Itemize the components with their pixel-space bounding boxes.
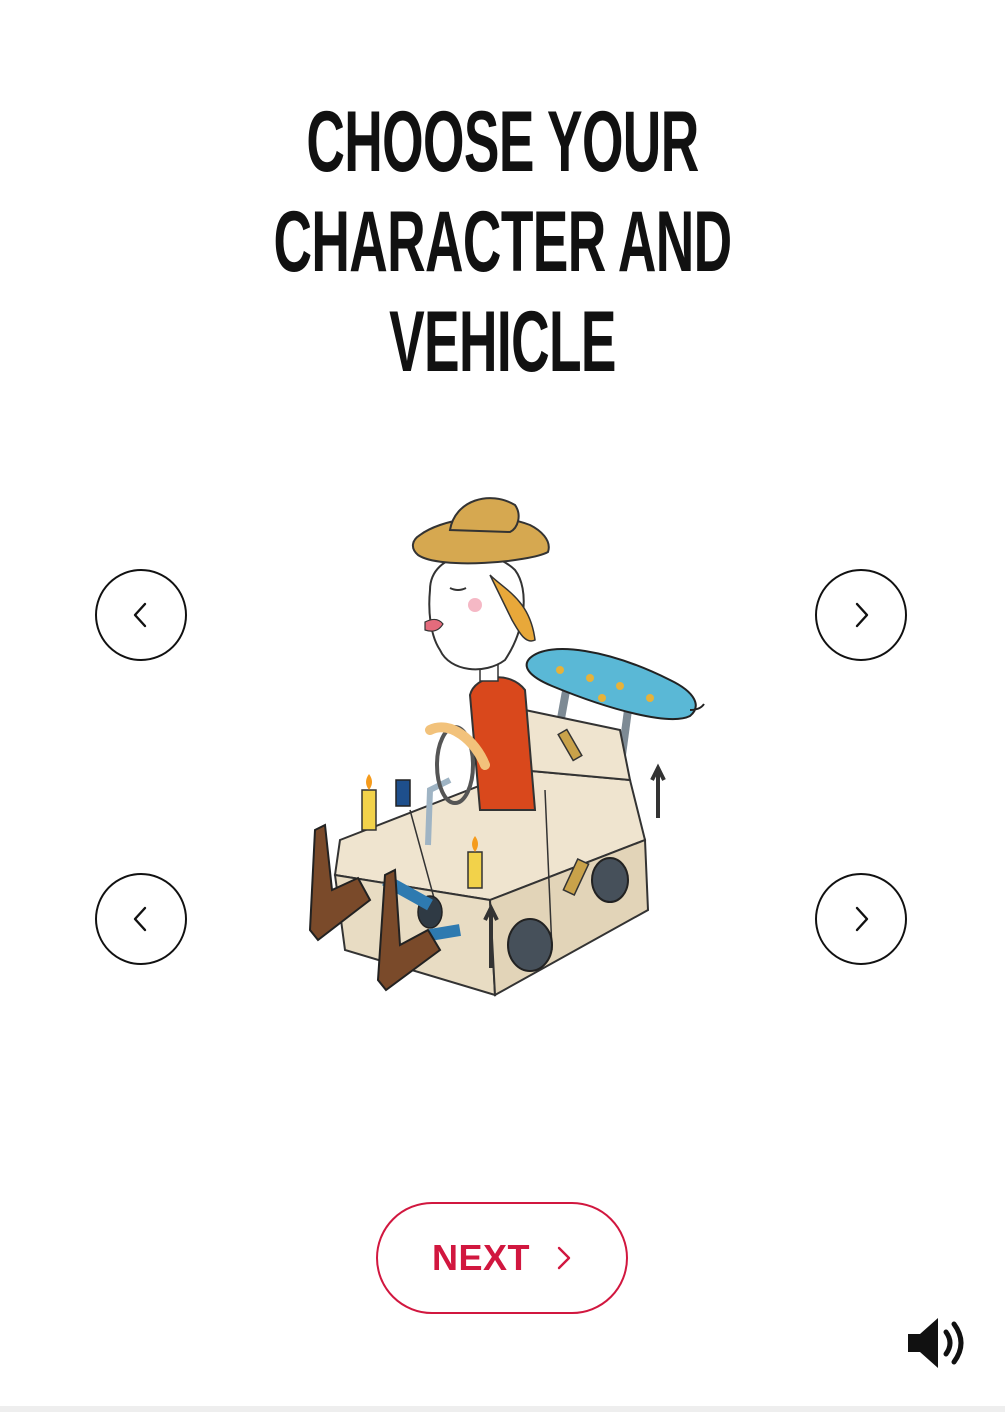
- previous-character-button[interactable]: [95, 569, 187, 661]
- chevron-right-icon: [855, 906, 869, 932]
- chevron-left-icon: [133, 602, 147, 628]
- next-button-label: NEXT: [431, 1237, 530, 1278]
- page-title-line-1: CHOOSE YOUR CHARACTER AND: [273, 94, 733, 290]
- page-title: CHOOSE YOUR CHARACTER AND VEHICLE: [228, 92, 777, 392]
- character-vehicle-screen: CHOOSE YOUR CHARACTER AND VEHICLE NEXT: [0, 0, 1005, 1412]
- next-button[interactable]: NEXT: [376, 1202, 628, 1314]
- character-vehicle-illustration: [308, 497, 705, 997]
- bottom-divider: [0, 1406, 1005, 1412]
- cowboy-character: [412, 497, 550, 811]
- chevron-right-icon: [855, 602, 869, 628]
- next-character-button[interactable]: [815, 569, 907, 661]
- page-title-line-2: VEHICLE: [389, 294, 616, 390]
- chevron-right-icon: [557, 1246, 571, 1270]
- chevron-left-icon: [133, 906, 147, 932]
- sound-toggle-icon[interactable]: [904, 1312, 968, 1374]
- next-vehicle-button[interactable]: [815, 873, 907, 965]
- previous-vehicle-button[interactable]: [95, 873, 187, 965]
